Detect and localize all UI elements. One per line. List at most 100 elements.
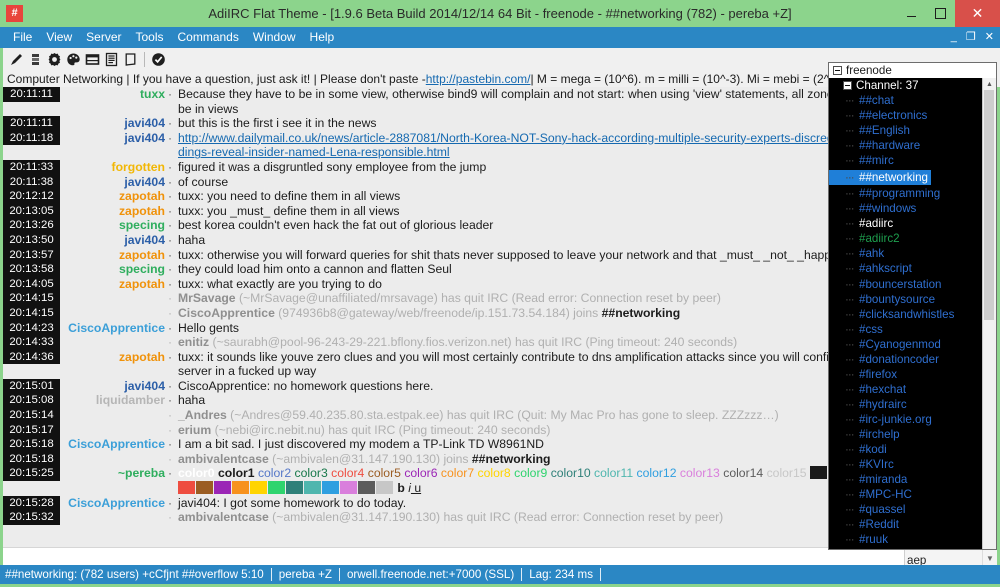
message-nick[interactable]: ~pereba <box>60 466 168 481</box>
message-input-bar[interactable] <box>3 547 904 565</box>
message-separator: · <box>168 349 173 364</box>
channel-tree-item[interactable]: #css <box>829 322 996 337</box>
message-text: Hello gents <box>178 320 239 335</box>
channel-tree-item[interactable]: ##mirc <box>829 153 996 168</box>
color-swatch-11 <box>304 481 321 495</box>
channel-tree-item[interactable]: #Reddit <box>829 517 996 532</box>
close-icon[interactable]: ✕ <box>955 0 1000 27</box>
channel-tree-item[interactable]: #irchelp <box>829 427 996 442</box>
color-swatch-8 <box>250 481 267 495</box>
menu-help[interactable]: Help <box>303 27 342 48</box>
channel-tree-item[interactable]: #ahkscript <box>829 261 996 276</box>
message-nick[interactable]: zapotah <box>60 248 168 263</box>
app-hash-icon: # <box>6 5 23 22</box>
collapse-box-icon[interactable] <box>833 66 842 75</box>
color-swatch-12 <box>322 481 339 495</box>
channel-tree-item[interactable]: #donationcoder <box>829 352 996 367</box>
message-nick[interactable]: specing <box>60 218 168 233</box>
list-icon[interactable] <box>102 50 121 69</box>
message-nick[interactable]: tuxx <box>60 87 168 102</box>
channel-tree-item[interactable]: #irc-junkie.org <box>829 412 996 427</box>
channel-tree-item[interactable]: #firefox <box>829 367 996 382</box>
message-nick[interactable]: CiscoApprentice <box>60 437 168 452</box>
message-nick[interactable]: javi404 <box>60 233 168 248</box>
message-nick[interactable]: liquidamber <box>60 393 168 408</box>
chat-message-row: 20:15:18 · ambivalentcase (~ambivalen@31.1… <box>3 451 889 467</box>
message-nick[interactable]: javi404 <box>60 116 168 131</box>
mdi-restore-icon[interactable]: ❐ <box>966 32 976 43</box>
palette-icon[interactable] <box>64 50 83 69</box>
nick-list-item[interactable]: aep <box>907 553 982 565</box>
mdi-close-icon[interactable]: ✕ <box>985 32 994 43</box>
menu-tools[interactable]: Tools <box>128 27 170 48</box>
nick-scroll-down-icon[interactable]: ▼ <box>983 552 997 565</box>
tree-scroll-up-icon[interactable]: ▲ <box>983 78 996 90</box>
message-nick[interactable]: zapotah <box>60 277 168 292</box>
channel-tree-item[interactable]: #ruuk <box>829 532 996 547</box>
tree-scrollbar[interactable]: ▲ <box>982 78 996 549</box>
message-link[interactable]: http://www.dailymail.co.uk/news/article-… <box>178 131 880 160</box>
message-text: tuxx: you _must_ define them in all view… <box>178 203 400 218</box>
channel-tree-item[interactable]: #adiirc2 <box>829 231 996 246</box>
message-nick[interactable]: javi404 <box>60 131 168 146</box>
menu-file[interactable]: File <box>6 27 39 48</box>
chat-message-row: 20:15:14 · _Andres (~Andres@59.40.235.80.s… <box>3 408 889 423</box>
channel-tree-item[interactable]: ##programming <box>829 186 996 201</box>
mdi-minimize-icon[interactable]: _ <box>951 32 957 43</box>
channel-tree-item[interactable]: ##windows <box>829 201 996 216</box>
menu-view[interactable]: View <box>39 27 79 48</box>
message-nick[interactable]: zapotah <box>60 204 168 219</box>
channel-tree-item[interactable]: ##networking <box>829 170 931 185</box>
tree-root-freenode[interactable]: freenode <box>829 63 996 78</box>
channel-tree-item[interactable]: ##English <box>829 123 996 138</box>
server-icon[interactable] <box>26 50 45 69</box>
message-nick[interactable]: zapotah <box>60 189 168 204</box>
message-nick[interactable]: specing <box>60 262 168 277</box>
color-label-3: color3 <box>294 466 332 481</box>
maximize-icon[interactable] <box>926 0 955 27</box>
gear-icon[interactable] <box>45 50 64 69</box>
message-input[interactable] <box>6 548 904 565</box>
window-icon[interactable] <box>83 50 102 69</box>
check-icon[interactable] <box>149 50 168 69</box>
topic-link[interactable]: http://pastebin.com/ <box>426 72 531 86</box>
channel-tree-item[interactable]: #ShareX <box>829 547 996 549</box>
channel-tree-item[interactable]: ##electronics <box>829 108 996 123</box>
channel-tree-item[interactable]: #bountysource <box>829 292 996 307</box>
channel-tree-item[interactable]: #clicksandwhistles <box>829 307 996 322</box>
channel-tree-item[interactable]: ##chat <box>829 93 996 108</box>
tree-scroll-thumb[interactable] <box>984 90 994 320</box>
channel-tree-item[interactable]: #KVIrc <box>829 457 996 472</box>
channel-tree-item[interactable]: #bouncerstation <box>829 277 996 292</box>
message-nick[interactable]: zapotah <box>60 350 168 365</box>
channel-tree-item[interactable]: #MPC-HC <box>829 487 996 502</box>
menu-bar: File View Server Tools Commands Window H… <box>0 27 1000 48</box>
channel-tree-item[interactable]: #quassel <box>829 502 996 517</box>
message-separator: · <box>168 232 173 247</box>
channel-tree-item[interactable]: ##hardware <box>829 138 996 153</box>
channel-tree-item[interactable]: #hydrairc <box>829 397 996 412</box>
message-nick[interactable]: CiscoApprentice <box>60 321 168 336</box>
minimize-icon[interactable] <box>897 0 926 27</box>
color-label-12: color12 <box>636 466 680 481</box>
status-separator <box>270 568 272 581</box>
menu-commands[interactable]: Commands <box>171 27 246 48</box>
message-timestamp: 20:15:18 <box>3 451 60 467</box>
scroll-icon[interactable] <box>121 50 140 69</box>
tree-group-channels[interactable]: Channel: 37 <box>829 78 996 93</box>
channel-tree-item[interactable]: #hexchat <box>829 382 996 397</box>
menu-window[interactable]: Window <box>246 27 303 48</box>
channel-tree-item[interactable]: #adiirc <box>829 216 996 231</box>
message-nick[interactable]: CiscoApprentice <box>60 496 168 511</box>
channel-tree-item[interactable]: #kodi <box>829 442 996 457</box>
menu-server[interactable]: Server <box>79 27 128 48</box>
message-nick[interactable]: forgotten <box>60 160 168 175</box>
channel-tree-item[interactable]: #Cyanogenmod <box>829 337 996 352</box>
channel-tree-item[interactable]: #miranda <box>829 472 996 487</box>
message-nick[interactable]: javi404 <box>60 175 168 190</box>
collapse-box-icon[interactable] <box>843 81 852 90</box>
message-nick[interactable]: javi404 <box>60 379 168 394</box>
pen-icon[interactable] <box>7 50 26 69</box>
status-bar: ##networking: (782 users) +cCfjnt ##over… <box>0 565 1000 584</box>
channel-tree-item[interactable]: #ahk <box>829 246 996 261</box>
